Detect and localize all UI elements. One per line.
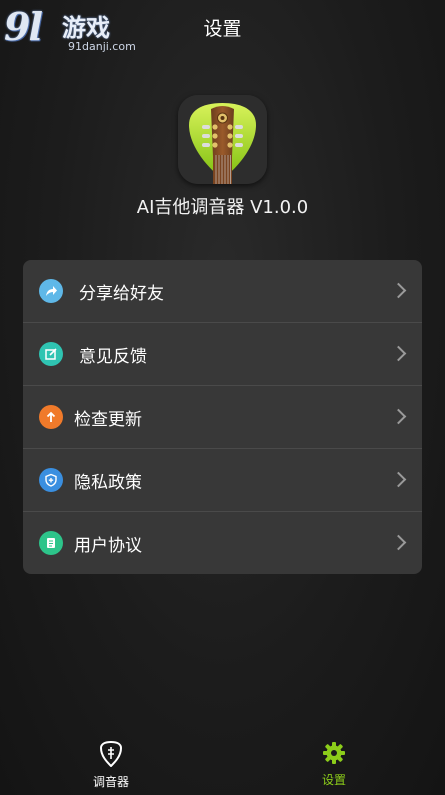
privacy-shield-icon (39, 468, 63, 492)
menu-item-label: 分享给好友 (79, 283, 164, 304)
settings-menu: 分享给好友 意见反馈 检查更新 隐私政策 用户协议 (23, 260, 422, 574)
menu-item-share[interactable]: 分享给好友 (23, 260, 422, 323)
chevron-right-icon (390, 282, 407, 299)
menu-item-check-update[interactable]: 检查更新 (23, 386, 422, 449)
menu-item-label: 意见反馈 (79, 346, 147, 367)
chevron-right-icon (390, 345, 407, 362)
tuner-icon (99, 740, 123, 768)
watermark-url: 91danji.com (68, 40, 136, 53)
app-name-version: AI吉他调音器 V1.0.0 (136, 197, 309, 218)
menu-item-label: 用户协议 (74, 535, 142, 556)
gear-icon (323, 742, 345, 764)
menu-item-user-agreement[interactable]: 用户协议 (23, 512, 422, 574)
tab-tuner[interactable]: 调音器 (66, 740, 156, 790)
chevron-right-icon (390, 534, 407, 551)
menu-item-label: 隐私政策 (74, 472, 142, 493)
app-logo (178, 95, 267, 184)
page-title: 设置 (203, 18, 242, 40)
share-icon (39, 279, 63, 303)
bottom-tab-bar: 调音器 设置 (0, 735, 445, 795)
tab-label: 设置 (321, 773, 346, 787)
chevron-right-icon (390, 471, 407, 488)
document-icon (39, 531, 63, 555)
menu-item-feedback[interactable]: 意见反馈 (23, 323, 422, 386)
menu-item-label: 检查更新 (74, 409, 142, 430)
edit-icon (39, 342, 63, 366)
tab-label: 调音器 (92, 775, 129, 789)
update-icon (39, 405, 63, 429)
tab-settings[interactable]: 设置 (289, 741, 379, 788)
menu-item-privacy[interactable]: 隐私政策 (23, 449, 422, 512)
chevron-right-icon (390, 408, 407, 425)
guitar-headstock-icon (178, 95, 267, 184)
